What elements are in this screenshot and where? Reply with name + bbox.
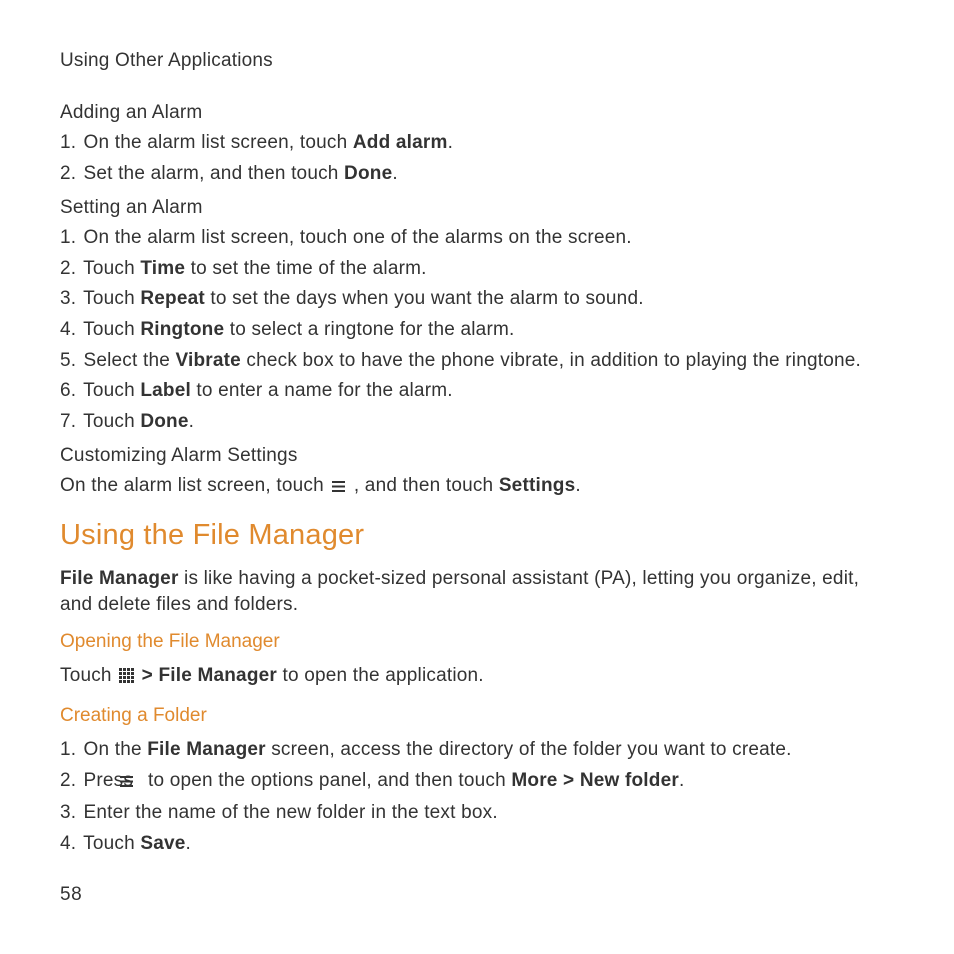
step-number: 5.	[60, 348, 78, 375]
step-text: .	[189, 411, 194, 432]
step-text: Enter the name of the new folder in the …	[83, 802, 497, 823]
subheading-opening-file-manager: Opening the File Manager	[60, 631, 894, 653]
subheading-setting-alarm: Setting an Alarm	[60, 197, 894, 219]
step-text: On the alarm list screen, touch one of t…	[83, 227, 631, 248]
ui-label: Ringtone	[140, 319, 224, 340]
text: .	[575, 475, 580, 496]
apps-grid-icon	[119, 665, 134, 691]
list-item: 2. Set the alarm, and then touch Done.	[60, 161, 894, 188]
ui-label: Vibrate	[175, 350, 240, 371]
step-number: 1.	[60, 130, 78, 157]
menu-icon	[331, 475, 346, 501]
paragraph-file-manager-intro: File Manager is like having a pocket-siz…	[60, 566, 894, 617]
step-text: Touch	[83, 258, 140, 279]
text: to open the application.	[277, 665, 484, 686]
step-text: .	[392, 163, 397, 184]
ui-label: Done	[344, 163, 392, 184]
step-text: to open the options panel, and then touc…	[148, 770, 511, 791]
list-item: 7. Touch Done.	[60, 409, 894, 436]
step-text: to select a ringtone for the alarm.	[224, 319, 514, 340]
ui-label: Settings	[499, 475, 576, 496]
list-item: 3. Enter the name of the new folder in t…	[60, 800, 894, 827]
list-item: 1. On the alarm list screen, touch Add a…	[60, 130, 894, 157]
ui-label: Done	[140, 411, 188, 432]
step-text: to set the time of the alarm.	[185, 258, 427, 279]
ui-label: More > New folder	[511, 770, 679, 791]
ui-label: File Manager	[147, 739, 266, 760]
step-number: 6.	[60, 378, 78, 405]
step-text: Touch	[83, 833, 140, 854]
list-item: 3. Touch Repeat to set the days when you…	[60, 286, 894, 313]
step-number: 2.	[60, 161, 78, 188]
step-number: 4.	[60, 831, 78, 858]
list-item: 5. Select the Vibrate check box to have …	[60, 348, 894, 375]
step-number: 1.	[60, 225, 78, 252]
paragraph-customizing: On the alarm list screen, touch , and th…	[60, 473, 894, 501]
list-item: 6. Touch Label to enter a name for the a…	[60, 378, 894, 405]
step-text: to set the days when you want the alarm …	[205, 288, 644, 309]
step-text: Set the alarm, and then touch	[83, 163, 344, 184]
text: is like having a pocket-sized personal a…	[60, 568, 859, 615]
step-text: Touch	[83, 319, 140, 340]
ui-label: Label	[140, 380, 191, 401]
step-number: 7.	[60, 409, 78, 436]
step-text: .	[448, 132, 453, 153]
step-text: screen, access the directory of the fold…	[266, 739, 792, 760]
list-item: 1. On the File Manager screen, access th…	[60, 737, 894, 764]
step-text: Touch	[83, 411, 140, 432]
steps-adding-alarm: 1. On the alarm list screen, touch Add a…	[60, 130, 894, 187]
text: Touch	[60, 665, 117, 686]
ui-label: Save	[140, 833, 185, 854]
step-text: check box to have the phone vibrate, in …	[241, 350, 861, 371]
step-text: On the	[83, 739, 147, 760]
page-header: Using Other Applications	[60, 50, 894, 72]
page-content: Using Other Applications Adding an Alarm…	[0, 0, 954, 907]
ui-label: Add alarm	[353, 132, 448, 153]
text: On the alarm list screen, touch	[60, 475, 329, 496]
ui-label: File Manager	[60, 568, 179, 589]
list-item: 2. Touch Time to set the time of the ala…	[60, 256, 894, 283]
ui-label: File Manager	[158, 665, 277, 686]
step-text: Select the	[83, 350, 175, 371]
step-number: 4.	[60, 317, 78, 344]
step-text: Touch	[83, 288, 140, 309]
list-item: 1. On the alarm list screen, touch one o…	[60, 225, 894, 252]
step-number: 3.	[60, 800, 78, 827]
step-text: .	[186, 833, 191, 854]
subheading-creating-folder: Creating a Folder	[60, 705, 894, 727]
step-number: 2.	[60, 768, 78, 795]
ui-label: Repeat	[140, 288, 205, 309]
paragraph-opening: Touch > File Manager to open the applica…	[60, 663, 894, 691]
text: , and then touch	[354, 475, 499, 496]
step-text: to enter a name for the alarm.	[191, 380, 453, 401]
list-item: 4. Touch Save.	[60, 831, 894, 858]
step-number: 1.	[60, 737, 78, 764]
step-number: 2.	[60, 256, 78, 283]
step-text: Touch	[83, 380, 140, 401]
text: >	[142, 665, 159, 686]
steps-setting-alarm: 1. On the alarm list screen, touch one o…	[60, 225, 894, 435]
page-number: 58	[60, 884, 82, 906]
step-number: 3.	[60, 286, 78, 313]
section-title-file-manager: Using the File Manager	[60, 519, 894, 552]
step-text: On the alarm list screen, touch	[83, 132, 352, 153]
subheading-adding-alarm: Adding an Alarm	[60, 102, 894, 124]
list-item: 2. Press to open the options panel, and …	[60, 768, 894, 797]
ui-label: Time	[140, 258, 185, 279]
list-item: 4. Touch Ringtone to select a ringtone f…	[60, 317, 894, 344]
steps-creating-folder: 1. On the File Manager screen, access th…	[60, 737, 894, 857]
subheading-customizing-alarm: Customizing Alarm Settings	[60, 445, 894, 467]
step-text: .	[679, 770, 684, 791]
